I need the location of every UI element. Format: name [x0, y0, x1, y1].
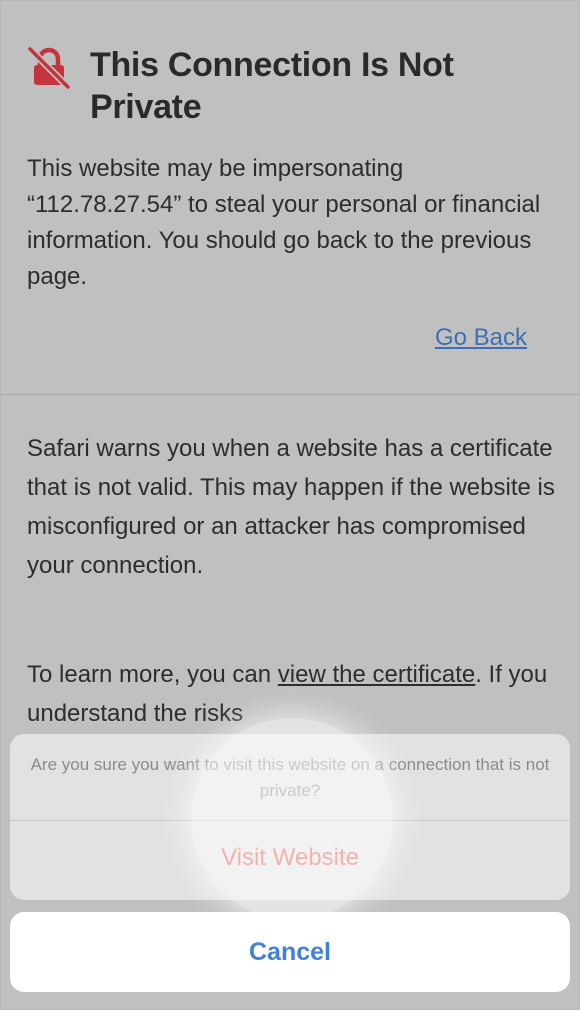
cancel-button[interactable]: Cancel: [10, 912, 570, 992]
screen: This Connection Is Not Private This webs…: [0, 0, 580, 1010]
cancel-sheet: Cancel: [10, 912, 570, 992]
warning-message: This website may be impersonating “112.7…: [27, 155, 541, 290]
go-back-link[interactable]: Go Back: [435, 321, 527, 355]
view-certificate-link[interactable]: view the certificate: [278, 661, 475, 688]
divider: [1, 394, 579, 395]
visit-website-button[interactable]: Visit Website: [10, 821, 570, 900]
no-lock-icon: [27, 45, 71, 89]
action-sheet: Are you sure you want to visit this webs…: [10, 734, 570, 900]
action-sheet-message: Are you sure you want to visit this webs…: [30, 755, 550, 800]
learn-more-text: To learn more, you can view the certific…: [27, 655, 562, 733]
details-text: Safari warns you when a website has a ce…: [27, 435, 555, 579]
page-title: This Connection Is Not Private: [90, 46, 454, 126]
learn-more-prefix: To learn more, you can: [27, 661, 278, 688]
